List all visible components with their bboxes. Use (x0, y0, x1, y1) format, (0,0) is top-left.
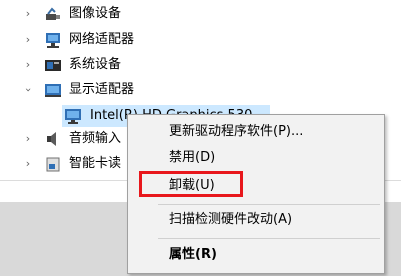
menu-separator (158, 238, 380, 239)
device-manager-window: › 图像设备 › 网络适配器 › 系统设备 › 显示适配器 Intel(R) ›… (0, 0, 401, 276)
system-device-icon (44, 56, 62, 74)
tree-item-label: 智能卡读 (69, 156, 122, 171)
tree-item-label: 系统设备 (69, 57, 122, 72)
chevron-right-icon[interactable]: › (22, 34, 34, 46)
smart-card-icon (44, 155, 62, 173)
chevron-down-icon[interactable]: › (22, 84, 35, 96)
audio-icon (44, 130, 62, 148)
menu-item-disable[interactable]: 禁用(D) (169, 147, 215, 169)
tree-item-label: 音频输入 (69, 131, 122, 146)
tree-item-network-adapters[interactable]: › 网络适配器 (0, 28, 401, 52)
tree-item-label: 网络适配器 (69, 32, 135, 47)
menu-item-update-driver[interactable]: 更新驱动程序软件(P)... (169, 121, 303, 143)
tree-item-display-adapters[interactable]: › 显示适配器 (0, 78, 401, 102)
camera-icon (44, 5, 62, 23)
chevron-right-icon[interactable]: › (22, 158, 34, 170)
menu-item-properties[interactable]: 属性(R) (169, 244, 217, 266)
tree-item-imaging-devices[interactable]: › 图像设备 (0, 2, 401, 26)
menu-separator (158, 204, 380, 205)
tree-item-system-devices[interactable]: › 系统设备 (0, 53, 401, 77)
uninstall-highlight-box (139, 171, 243, 197)
chevron-right-icon[interactable]: › (22, 8, 34, 20)
network-adapter-icon (44, 31, 62, 49)
tree-item-label: 显示适配器 (69, 82, 135, 97)
tree-item-label: 图像设备 (69, 6, 122, 21)
chevron-right-icon[interactable]: › (22, 59, 34, 71)
display-adapter-icon (44, 81, 62, 99)
menu-item-scan-hardware[interactable]: 扫描检测硬件改动(A) (169, 209, 292, 231)
chevron-right-icon[interactable]: › (22, 133, 34, 145)
monitor-icon (64, 107, 82, 125)
